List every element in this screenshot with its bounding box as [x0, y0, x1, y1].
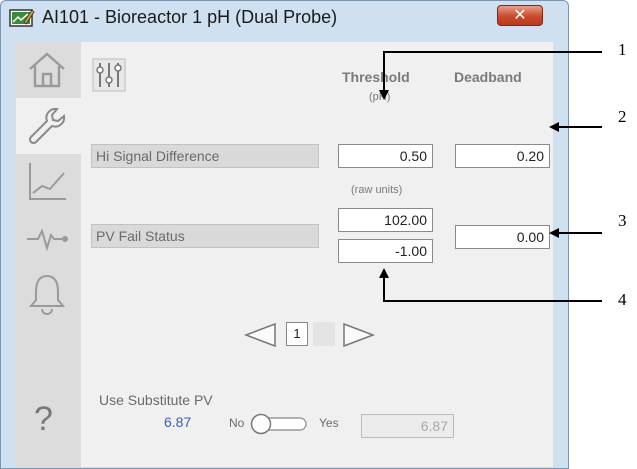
callout-4: 4 [618, 290, 627, 309]
callout-1: 1 [618, 40, 627, 59]
callout-lines [379, 51, 602, 302]
callout-2: 2 [618, 107, 627, 126]
callout-3: 3 [618, 211, 627, 230]
